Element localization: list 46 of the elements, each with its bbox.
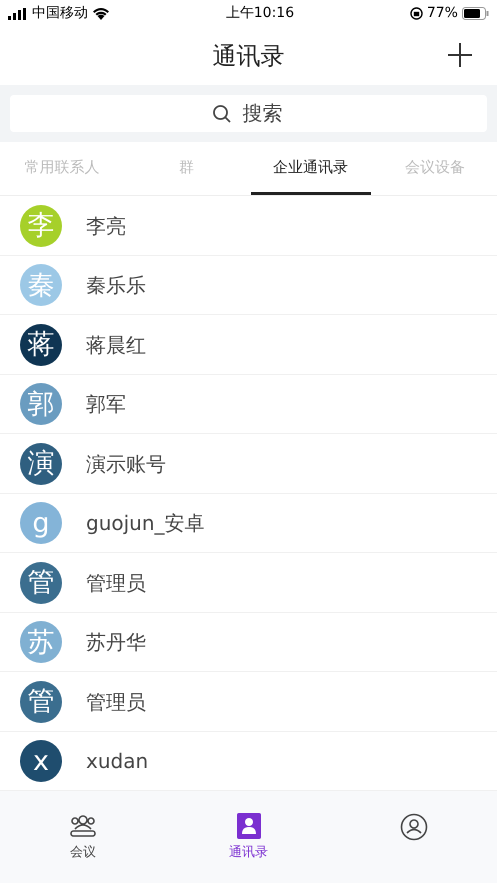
battery-icon xyxy=(462,7,489,20)
contact-name: xudan xyxy=(86,748,148,776)
contact-name: 李亮 xyxy=(86,212,126,240)
avatar: 蒋 xyxy=(20,324,62,366)
signal-icon xyxy=(8,8,28,20)
contact-name: guojun_安卓 xyxy=(86,510,205,538)
avatar: 苏 xyxy=(20,621,62,664)
avatar: 郭 xyxy=(20,383,62,426)
contact-row[interactable]: 秦 秦乐乐 xyxy=(0,256,497,316)
search-icon xyxy=(212,104,232,124)
contact-name: 演示账号 xyxy=(86,450,166,478)
contact-row[interactable]: 苏 苏丹华 xyxy=(0,612,497,672)
contact-row[interactable]: 郭 郭军 xyxy=(0,374,497,434)
contact-name: 秦乐乐 xyxy=(86,272,146,300)
contact-row[interactable]: 管 管理员 xyxy=(0,672,497,732)
battery-percent: 77% xyxy=(426,4,458,24)
avatar: 管 xyxy=(20,680,62,723)
contact-name: 管理员 xyxy=(86,570,146,597)
avatar: g xyxy=(20,502,62,544)
avatar: 李 xyxy=(20,204,62,247)
contact-name: 苏丹华 xyxy=(86,629,146,656)
avatar: 演 xyxy=(20,442,62,485)
clock: 上午10:16 xyxy=(226,4,294,24)
search-field[interactable]: 搜索 xyxy=(10,94,487,132)
avatar: 管 xyxy=(20,562,62,604)
avatar: 秦 xyxy=(20,264,62,306)
contact-name: 蒋晨红 xyxy=(86,332,146,359)
avatar: x xyxy=(20,740,62,782)
contact-row[interactable]: 蒋 蒋晨红 xyxy=(0,315,497,375)
rotation-lock-icon xyxy=(410,7,423,20)
nav-tab[interactable]: 通讯录 xyxy=(166,813,332,883)
contact-row[interactable]: g guojun_安卓 xyxy=(0,494,497,554)
contact-row[interactable]: 李 李亮 xyxy=(0,196,497,256)
wifi-icon xyxy=(92,7,110,20)
contact-name: 郭军 xyxy=(86,391,126,418)
contact-name: 管理员 xyxy=(86,688,146,716)
contact-row[interactable]: 演 演示账号 xyxy=(0,434,497,494)
tab[interactable]: 企业通讯录 xyxy=(250,142,371,196)
plus-icon xyxy=(447,42,473,68)
contact-row[interactable]: 管 管理员 xyxy=(0,553,497,613)
contact-book-icon xyxy=(236,813,260,840)
nav-tab[interactable]: 会议 xyxy=(0,813,166,883)
page-title: 通讯录 xyxy=(212,41,284,72)
carrier-name: 中国移动 xyxy=(32,4,88,24)
people-icon xyxy=(68,813,97,840)
user-circle-icon xyxy=(400,813,428,842)
